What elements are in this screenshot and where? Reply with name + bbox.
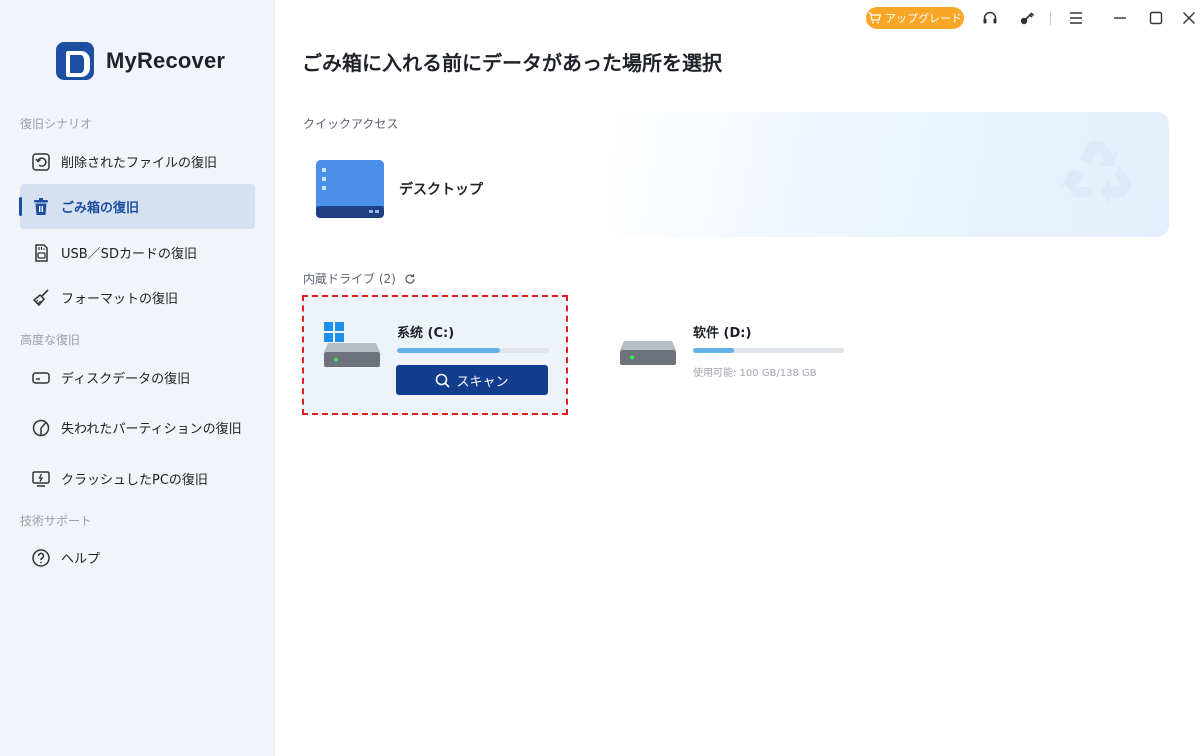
recycle-icon [1060, 135, 1142, 209]
restore-icon [30, 151, 52, 173]
scan-button[interactable]: スキャン [396, 365, 548, 395]
internal-drives-header: 内蔵ドライブ (2) [303, 270, 416, 287]
drive-card-c[interactable]: 系统 (C:) スキャン [302, 295, 568, 415]
sidebar-item-usb-sd[interactable]: USB／SDカードの復旧 [20, 230, 255, 275]
sidebar-item-label: 失われたパーティションの復旧 [61, 422, 242, 437]
quick-access-desktop[interactable]: デスクトップ [316, 160, 483, 218]
sidebar-item-help[interactable]: ヘルプ [20, 535, 255, 580]
section-title-scenarios: 復旧シナリオ [20, 117, 93, 131]
page-title: ごみ箱に入れる前にデータがあった場所を選択 [302, 51, 722, 75]
drive-name: 软件 (D:) [693, 326, 752, 341]
sidebar-item-label: クラッシュしたPCの復旧 [61, 473, 208, 488]
sidebar-item-label: フォーマットの復旧 [61, 292, 179, 307]
drive-usage-bar [397, 348, 549, 353]
logo-icon [56, 42, 94, 80]
sidebar-item-label: ごみ箱の復旧 [61, 201, 140, 216]
sidebar: MyRecover 復旧シナリオ 削除されたファイルの復旧 ごみ箱の復旧 USB… [0, 0, 275, 756]
section-title-support: 技術サポート [20, 514, 93, 528]
sidebar-item-label: ヘルプ [61, 552, 101, 567]
sidebar-item-disk-data[interactable]: ディスクデータの復旧 [20, 355, 255, 400]
help-icon [30, 547, 52, 569]
titlebar-divider [1050, 11, 1051, 25]
hard-drive-icon [620, 341, 676, 365]
key-icon[interactable] [1018, 9, 1036, 27]
desktop-folder-icon [316, 160, 384, 218]
app-logo: MyRecover [56, 42, 225, 80]
support-headset-icon[interactable] [981, 9, 999, 27]
close-icon[interactable] [1180, 9, 1198, 27]
sidebar-item-lost-partition[interactable]: 失われたパーティションの復旧 [20, 405, 255, 450]
refresh-icon[interactable] [404, 273, 416, 285]
minimize-icon[interactable] [1111, 9, 1129, 27]
upgrade-button[interactable]: アップグレード [866, 7, 964, 29]
sidebar-item-label: ディスクデータの復旧 [61, 372, 191, 387]
sidebar-item-label: 削除されたファイルの復旧 [61, 156, 218, 171]
partition-icon [30, 417, 52, 439]
sidebar-item-label: USB／SDカードの復旧 [61, 247, 197, 262]
sidebar-item-deleted-files[interactable]: 削除されたファイルの復旧 [20, 139, 255, 184]
drive-free-space: 使用可能: 100 GB/138 GB [693, 368, 817, 379]
drive-usage-fill [397, 348, 501, 353]
search-icon [436, 373, 451, 388]
drive-usage-bar [693, 348, 844, 353]
app-name: MyRecover [106, 48, 226, 73]
sidebar-item-recycle-bin[interactable]: ごみ箱の復旧 [19, 184, 255, 229]
hard-drive-icon [324, 343, 380, 367]
cart-icon [868, 12, 881, 24]
maximize-icon[interactable] [1147, 9, 1165, 27]
scan-label: スキャン [456, 374, 509, 390]
trash-icon [30, 196, 52, 218]
internal-drives-label: 内蔵ドライブ (2) [303, 272, 396, 286]
app-window: MyRecover 復旧シナリオ 削除されたファイルの復旧 ごみ箱の復旧 USB… [0, 0, 1200, 756]
upgrade-label: アップグレード [885, 12, 962, 25]
drive-usage-fill [693, 348, 734, 353]
drive-name: 系统 (C:) [397, 326, 455, 341]
section-title-advanced: 高度な復旧 [20, 333, 81, 347]
quick-access-label: クイックアクセス [303, 117, 399, 131]
sidebar-item-format[interactable]: フォーマットの復旧 [20, 275, 255, 320]
sidebar-item-crashed-pc[interactable]: クラッシュしたPCの復旧 [20, 456, 255, 501]
desktop-label: デスクトップ [399, 182, 483, 198]
broom-icon [30, 287, 52, 309]
sd-card-icon [30, 242, 52, 264]
menu-icon[interactable] [1067, 9, 1085, 27]
crashed-pc-icon [30, 468, 52, 490]
drive-card-d[interactable]: 软件 (D:) 使用可能: 100 GB/138 GB [608, 295, 868, 415]
disk-icon [30, 367, 52, 389]
